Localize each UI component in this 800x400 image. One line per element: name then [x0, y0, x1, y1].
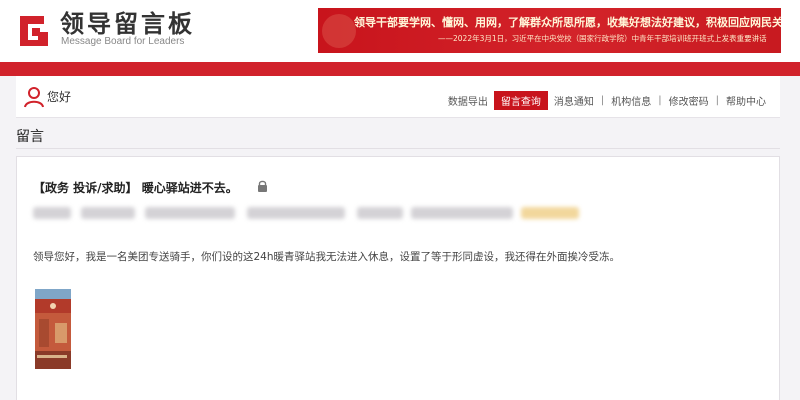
nav-data-export[interactable]: 数据导出 — [442, 93, 494, 108]
lock-icon — [258, 180, 267, 192]
page-title: 留言 — [16, 129, 44, 145]
nav-org-info[interactable]: 机构信息 — [605, 93, 657, 108]
user-greeting: 您好 — [47, 90, 72, 104]
redacted-field — [145, 207, 235, 219]
message-card: 【政务 投诉/求助】 暖心驿站进不去。 领导您好，我是一名美团专送骑手，你们设的… — [16, 156, 780, 400]
message-title[interactable]: 【政务 投诉/求助】 暖心驿站进不去。 — [33, 179, 238, 196]
user-icon — [24, 87, 44, 108]
redacted-status — [521, 207, 579, 219]
banner-attribution: ——2022年3月1日，习近平在中央党校（国家行政学院）中青年干部培训班开班式上… — [438, 34, 767, 43]
redacted-field — [33, 207, 71, 219]
message-body: 领导您好，我是一名美团专送骑手，你们设的这24h暖青驿站我无法进入休息，设置了等… — [33, 251, 621, 263]
message-meta-redacted — [33, 207, 579, 221]
nav-help-center[interactable]: 帮助中心 — [720, 93, 772, 108]
redacted-field — [411, 207, 513, 219]
site-subtitle: Message Board for Leaders — [61, 36, 185, 47]
quote-banner: 领导干部要学网、懂网、用网，了解群众所思所愿，收集好想法好建议，积极回应网民关切… — [318, 8, 781, 53]
nav-notifications[interactable]: 消息通知 — [548, 93, 600, 108]
logo-icon[interactable] — [18, 10, 52, 48]
header-red-bar — [0, 62, 800, 76]
site-header: 领导留言板 Message Board for Leaders 领导干部要学网、… — [0, 0, 800, 62]
banner-quote: 领导干部要学网、懂网、用网，了解群众所思所愿，收集好想法好建议，积极回应网民关切… — [354, 16, 781, 29]
message-photo[interactable] — [35, 289, 71, 369]
nav-change-password[interactable]: 修改密码 — [663, 93, 715, 108]
section-divider — [16, 148, 780, 149]
banner-decoration — [322, 14, 356, 48]
user-nav-bar: 您好 数据导出 留言查询 消息通知 | 机构信息 | 修改密码 | 帮助中心 — [16, 76, 780, 118]
redacted-field — [81, 207, 135, 219]
nav-menu: 数据导出 留言查询 消息通知 | 机构信息 | 修改密码 | 帮助中心 — [442, 91, 772, 110]
site-title[interactable]: 领导留言板 — [60, 4, 195, 39]
nav-message-query[interactable]: 留言查询 — [493, 91, 548, 110]
redacted-field — [357, 207, 403, 219]
redacted-field — [247, 207, 345, 219]
